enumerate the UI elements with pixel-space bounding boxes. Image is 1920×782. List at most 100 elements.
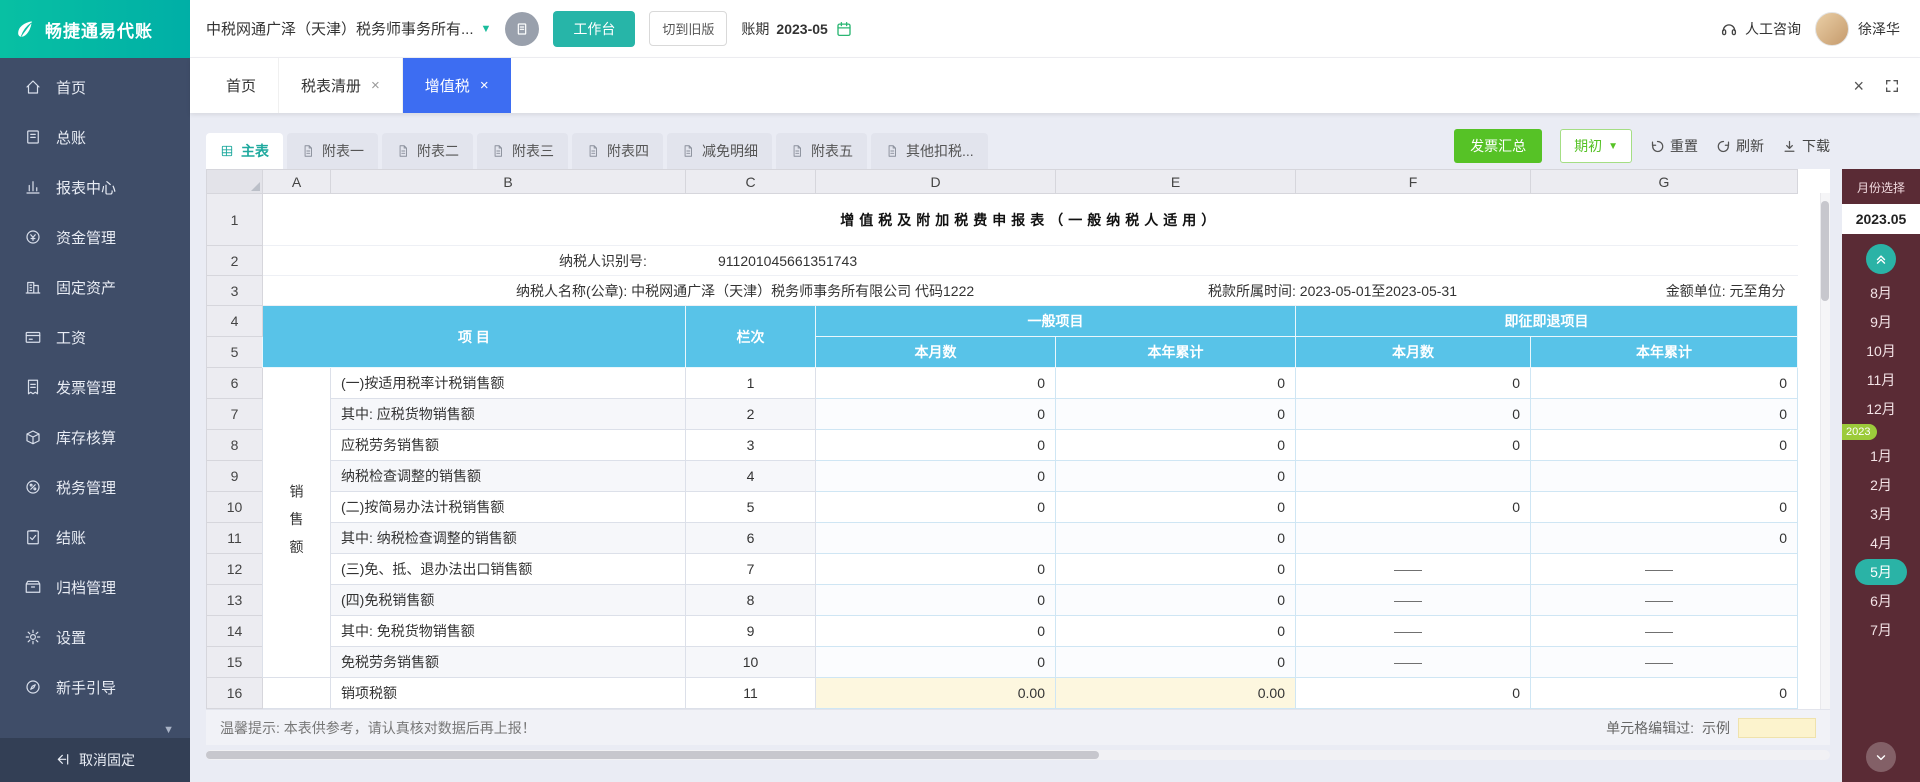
close-icon[interactable]: × bbox=[480, 78, 489, 93]
row-number[interactable]: 15 bbox=[206, 646, 263, 678]
announcement-icon[interactable] bbox=[505, 11, 540, 46]
cell-B12[interactable]: (三)免、抵、退办法出口销售额 bbox=[330, 553, 686, 585]
unpin-button[interactable]: 取消固定 bbox=[0, 738, 190, 782]
cell-B7[interactable]: 其中: 应税货物销售额 bbox=[330, 398, 686, 430]
row-number[interactable]: 7 bbox=[206, 398, 263, 430]
row-number[interactable]: 4 bbox=[206, 305, 263, 337]
row-number[interactable]: 13 bbox=[206, 584, 263, 616]
month-item-11月[interactable]: 11月 bbox=[1842, 365, 1920, 394]
cell-E7[interactable]: 0 bbox=[1055, 398, 1296, 430]
cell-G13[interactable]: —— bbox=[1530, 584, 1798, 616]
cell-C16[interactable]: 11 bbox=[685, 677, 816, 709]
cell-E16[interactable]: 0.00 bbox=[1055, 677, 1296, 709]
cell-F7[interactable]: 0 bbox=[1295, 398, 1531, 430]
cell-C10[interactable]: 5 bbox=[685, 491, 816, 523]
cell-G9[interactable] bbox=[1530, 460, 1798, 492]
column-header-D[interactable]: D bbox=[815, 169, 1056, 194]
cell-D13[interactable]: 0 bbox=[815, 584, 1056, 616]
column-header-G[interactable]: G bbox=[1530, 169, 1798, 194]
scroll-down-icon[interactable] bbox=[1866, 742, 1896, 772]
tab-税表清册[interactable]: 税表清册 × bbox=[279, 58, 403, 113]
sidebar-item-tax-management[interactable]: 税务管理 bbox=[0, 462, 190, 512]
row-number[interactable]: 11 bbox=[206, 522, 263, 554]
cell-D9[interactable]: 0 bbox=[815, 460, 1056, 492]
cell-G8[interactable]: 0 bbox=[1530, 429, 1798, 461]
row-number[interactable]: 16 bbox=[206, 677, 263, 709]
subtab-附表三[interactable]: 附表三 bbox=[477, 133, 568, 169]
row-number[interactable]: 8 bbox=[206, 429, 263, 461]
cell-D10[interactable]: 0 bbox=[815, 491, 1056, 523]
horizontal-scrollbar-thumb[interactable] bbox=[206, 751, 1100, 759]
row-number[interactable]: 3 bbox=[206, 275, 263, 306]
cell-D7[interactable]: 0 bbox=[815, 398, 1056, 430]
refresh-button[interactable]: 刷新 bbox=[1716, 136, 1764, 156]
subtab-附表五[interactable]: 附表五 bbox=[776, 133, 867, 169]
row-number[interactable]: 9 bbox=[206, 460, 263, 492]
cell-C8[interactable]: 3 bbox=[685, 429, 816, 461]
scroll-up-icon[interactable] bbox=[1866, 244, 1896, 274]
month-item-7月[interactable]: 7月 bbox=[1842, 615, 1920, 644]
cell-B11[interactable]: 其中: 纳税检查调整的销售额 bbox=[330, 522, 686, 554]
month-item-2月[interactable]: 2月 bbox=[1842, 470, 1920, 499]
download-button[interactable]: 下载 bbox=[1782, 136, 1830, 156]
month-item-1月[interactable]: 1月 bbox=[1842, 441, 1920, 470]
fullscreen-icon[interactable] bbox=[1884, 78, 1900, 94]
cell-C6[interactable]: 1 bbox=[685, 367, 816, 399]
row-number[interactable]: 1 bbox=[206, 193, 263, 246]
vertical-scrollbar[interactable] bbox=[1820, 193, 1830, 709]
tab-增值税[interactable]: 增值税 × bbox=[402, 58, 511, 113]
cell-G15[interactable]: —— bbox=[1530, 646, 1798, 678]
cell-C13[interactable]: 8 bbox=[685, 584, 816, 616]
tab-首页[interactable]: 首页 bbox=[204, 58, 280, 113]
cell-F12[interactable]: —— bbox=[1295, 553, 1531, 585]
cell-F9[interactable] bbox=[1295, 460, 1531, 492]
cell-E12[interactable]: 0 bbox=[1055, 553, 1296, 585]
calendar-icon[interactable] bbox=[835, 20, 853, 38]
user-menu[interactable]: 徐泽华 bbox=[1815, 11, 1900, 46]
cell-F6[interactable]: 0 bbox=[1295, 367, 1531, 399]
cell-F15[interactable]: —— bbox=[1295, 646, 1531, 678]
sidebar-item-invoice-management[interactable]: 发票管理 bbox=[0, 362, 190, 412]
column-header-A[interactable]: A bbox=[262, 169, 331, 194]
cell-G6[interactable]: 0 bbox=[1530, 367, 1798, 399]
column-header-F[interactable]: F bbox=[1295, 169, 1531, 194]
cell-C11[interactable]: 6 bbox=[685, 522, 816, 554]
cell-C9[interactable]: 4 bbox=[685, 460, 816, 492]
row-number[interactable]: 6 bbox=[206, 367, 263, 399]
cell-F14[interactable]: —— bbox=[1295, 615, 1531, 647]
sidebar-item-general-ledger[interactable]: 总账 bbox=[0, 112, 190, 162]
horizontal-scrollbar[interactable] bbox=[206, 750, 1830, 760]
vertical-scrollbar-thumb[interactable] bbox=[1821, 201, 1829, 301]
cell-C14[interactable]: 9 bbox=[685, 615, 816, 647]
cell-D14[interactable]: 0 bbox=[815, 615, 1056, 647]
period-value[interactable]: 2023-05 bbox=[776, 21, 827, 37]
cell-E9[interactable]: 0 bbox=[1055, 460, 1296, 492]
cell-F10[interactable]: 0 bbox=[1295, 491, 1531, 523]
column-header-E[interactable]: E bbox=[1055, 169, 1296, 194]
cell-F11[interactable] bbox=[1295, 522, 1531, 554]
reset-button[interactable]: 重置 bbox=[1650, 136, 1698, 156]
switch-old-version-button[interactable]: 切到旧版 bbox=[649, 11, 728, 46]
row-number[interactable]: 10 bbox=[206, 491, 263, 523]
cell-G10[interactable]: 0 bbox=[1530, 491, 1798, 523]
cell-G7[interactable]: 0 bbox=[1530, 398, 1798, 430]
subtab-减免明细[interactable]: 减免明细 bbox=[667, 133, 772, 169]
cell-G16[interactable]: 0 bbox=[1530, 677, 1798, 709]
cell-D11[interactable] bbox=[815, 522, 1056, 554]
month-item-9月[interactable]: 9月 bbox=[1842, 307, 1920, 336]
taxpayer-id-row[interactable]: 纳税人识别号: 911201045661351743 bbox=[262, 245, 1798, 276]
support-button[interactable]: 人工咨询 bbox=[1720, 19, 1801, 39]
column-header-B[interactable]: B bbox=[330, 169, 686, 194]
cell-C7[interactable]: 2 bbox=[685, 398, 816, 430]
close-icon[interactable]: × bbox=[1853, 77, 1864, 95]
cell-C15[interactable]: 10 bbox=[685, 646, 816, 678]
cell-B8[interactable]: 应税劳务销售额 bbox=[330, 429, 686, 461]
cell-B13[interactable]: (四)免税销售额 bbox=[330, 584, 686, 616]
sidebar-item-settings[interactable]: 设置 bbox=[0, 612, 190, 662]
sidebar-item-home[interactable]: 首页 bbox=[0, 62, 190, 112]
subtab-主表[interactable]: 主表 bbox=[206, 133, 283, 169]
month-item-10月[interactable]: 10月 bbox=[1842, 336, 1920, 365]
row-number[interactable]: 5 bbox=[206, 336, 263, 368]
month-item-6月[interactable]: 6月 bbox=[1842, 586, 1920, 615]
cell-D15[interactable]: 0 bbox=[815, 646, 1056, 678]
